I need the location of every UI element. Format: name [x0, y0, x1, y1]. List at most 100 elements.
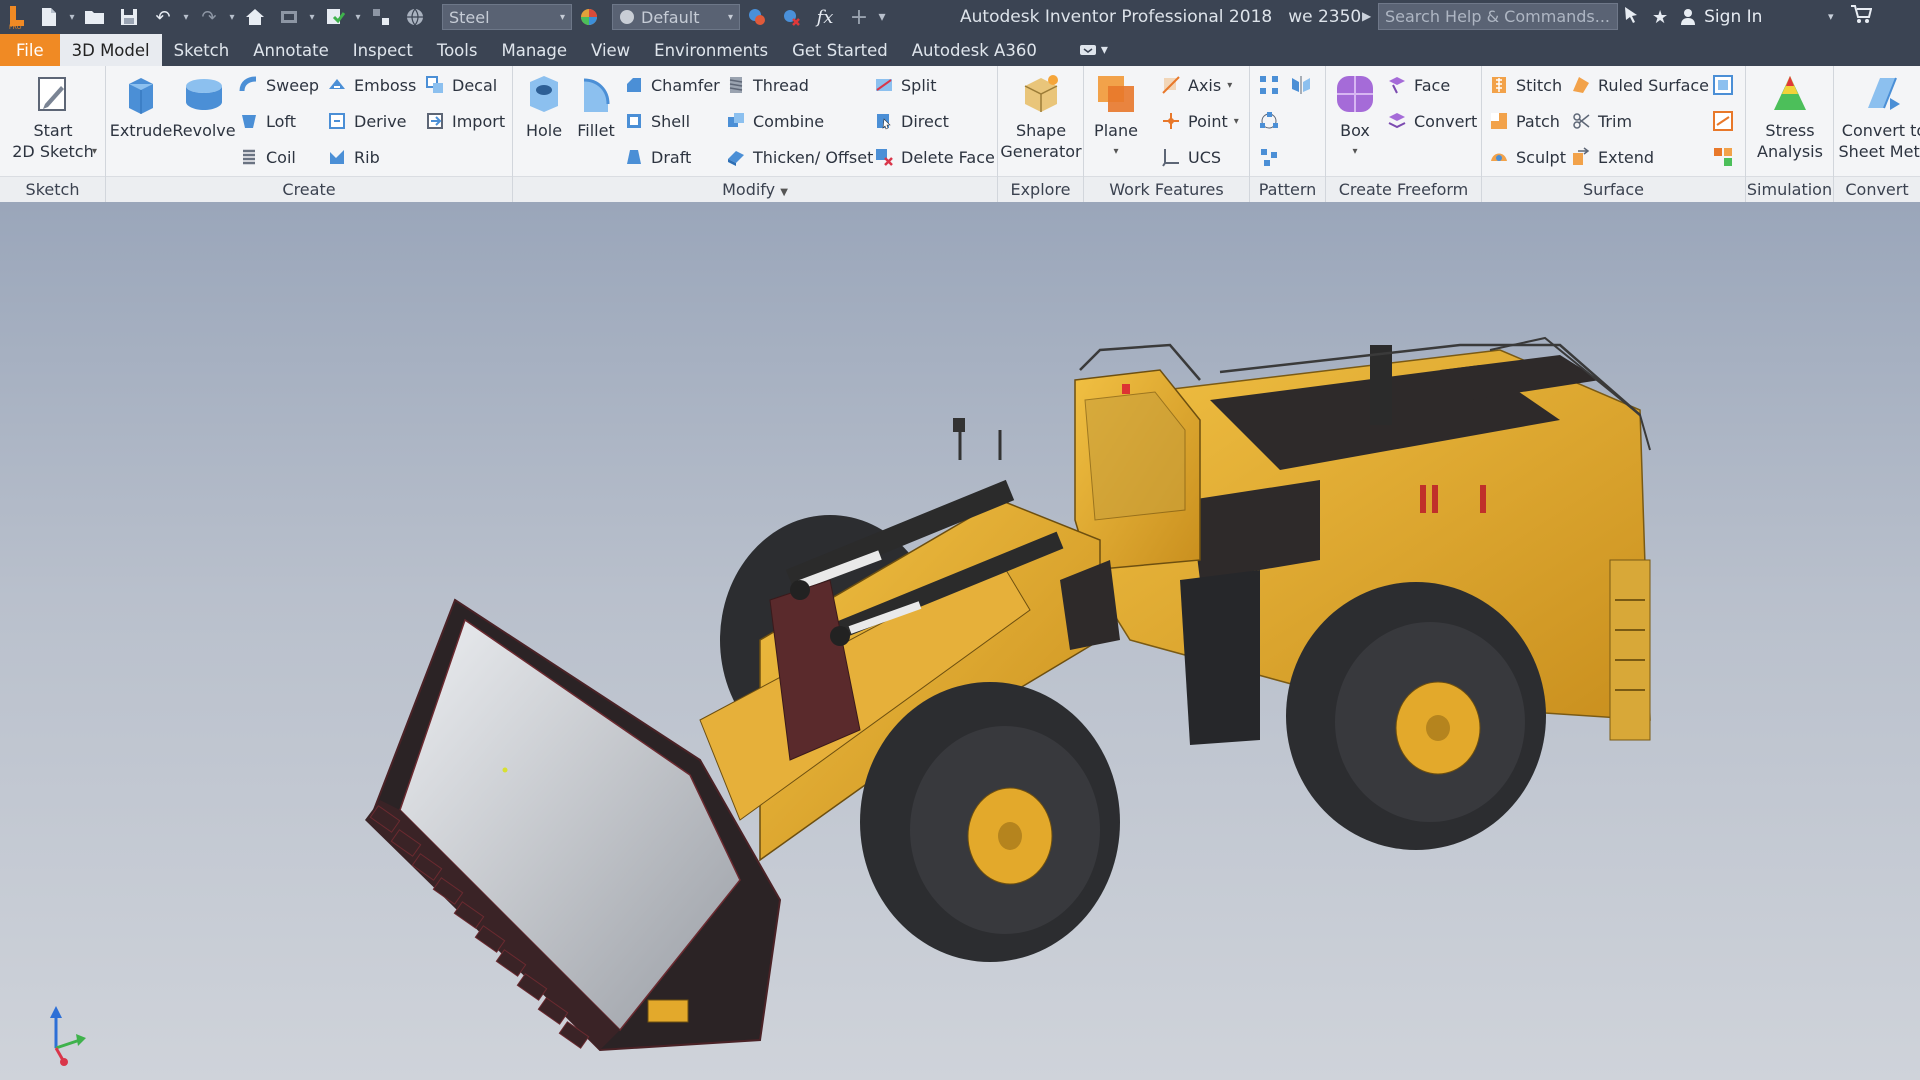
ucs-button[interactable]: UCS: [1160, 146, 1221, 168]
coil-button[interactable]: Coil: [238, 146, 296, 168]
loft-button[interactable]: Loft: [238, 110, 296, 132]
surface-tool-1-button[interactable]: [1712, 74, 1734, 96]
derive-button[interactable]: Derive: [326, 110, 407, 132]
project-dropdown-icon[interactable]: ▾: [306, 0, 318, 34]
panel-title-modify[interactable]: Modify ▼: [513, 176, 997, 202]
tab-view[interactable]: View: [579, 34, 642, 66]
redo-icon[interactable]: ↷: [192, 0, 226, 34]
surface-tool-3-button[interactable]: [1712, 146, 1734, 168]
wheel-loader-model[interactable]: [0, 202, 1920, 1080]
plane-button[interactable]: Plane ▾: [1088, 72, 1144, 162]
update-dropdown-icon[interactable]: ▾: [352, 0, 364, 34]
sign-in-button[interactable]: Sign In: [1680, 7, 1762, 27]
thread-button[interactable]: Thread: [725, 74, 809, 96]
shell-button[interactable]: Shell: [623, 110, 690, 132]
hole-button[interactable]: Hole: [519, 72, 569, 141]
circular-pattern-button[interactable]: [1258, 110, 1280, 132]
project-icon[interactable]: [272, 0, 306, 34]
panel-work-features: Plane ▾ Axis ▾ Point ▾ UCS Work Features: [1084, 66, 1250, 202]
delete-face-button[interactable]: Delete Face: [873, 146, 995, 168]
clear-appearance-icon[interactable]: [774, 0, 808, 34]
import-button[interactable]: Import: [424, 110, 505, 132]
start-sketch-icon: [31, 72, 75, 116]
start-sketch-dropdown-icon[interactable]: ▾: [92, 146, 97, 157]
undo-icon[interactable]: ↶: [146, 0, 180, 34]
tab-annotate[interactable]: Annotate: [241, 34, 341, 66]
mirror-button[interactable]: [1290, 74, 1312, 96]
redo-dropdown-icon[interactable]: ▾: [226, 0, 238, 34]
tab-autodesk-a360[interactable]: Autodesk A360: [900, 34, 1049, 66]
home-icon[interactable]: [238, 0, 272, 34]
update-icon[interactable]: [318, 0, 352, 34]
sweep-button[interactable]: Sweep: [238, 74, 319, 96]
fillet-button[interactable]: Fillet: [571, 72, 621, 141]
adjust-appearance-icon[interactable]: [740, 0, 774, 34]
tab-3d-model[interactable]: 3D Model: [59, 34, 162, 66]
tab-manage[interactable]: Manage: [489, 34, 579, 66]
undo-dropdown-icon[interactable]: ▾: [180, 0, 192, 34]
tab-file[interactable]: File: [0, 34, 60, 66]
new-file-icon[interactable]: [32, 0, 66, 34]
save-icon[interactable]: [112, 0, 146, 34]
tab-get-started[interactable]: Get Started: [780, 34, 900, 66]
thicken-offset-button[interactable]: Thicken/ Offset: [725, 146, 873, 168]
fx-parameters-icon[interactable]: fx: [808, 0, 842, 34]
shape-generator-button[interactable]: Shape Generator: [1000, 72, 1082, 162]
split-label: Split: [901, 75, 937, 95]
sketch-pattern-button[interactable]: [1258, 146, 1280, 168]
ruled-surface-button[interactable]: Ruled Surface: [1570, 74, 1709, 96]
customize-qat-icon[interactable]: ▾: [876, 0, 888, 34]
material-value: Steel: [449, 7, 490, 27]
combine-button[interactable]: Combine: [725, 110, 824, 132]
search-input[interactable]: Search Help & Commands...: [1378, 3, 1618, 30]
appearance-select[interactable]: Default ▾: [612, 4, 740, 30]
globe-icon[interactable]: [398, 0, 432, 34]
tab-tools[interactable]: Tools: [425, 34, 490, 66]
inventor-logo-icon[interactable]: PRO: [2, 0, 32, 34]
rib-button[interactable]: Rib: [326, 146, 380, 168]
tab-sketch[interactable]: Sketch: [162, 34, 242, 66]
draft-button[interactable]: Draft: [623, 146, 691, 168]
sign-in-dropdown-icon[interactable]: ▾: [1828, 10, 1834, 23]
start-2d-sketch-button[interactable]: Start 2D Sketch: [10, 72, 96, 162]
freeform-convert-button[interactable]: Convert: [1386, 110, 1477, 132]
surface-tool-2-button[interactable]: [1712, 110, 1734, 132]
sculpt-button[interactable]: Sculpt: [1488, 146, 1566, 168]
tab-inspect[interactable]: Inspect: [341, 34, 425, 66]
axis-button[interactable]: Axis ▾: [1160, 74, 1232, 96]
open-folder-icon[interactable]: [78, 0, 112, 34]
select-mode-icon[interactable]: [364, 0, 398, 34]
box-button[interactable]: Box ▾: [1330, 72, 1380, 162]
binoculars-icon[interactable]: [1622, 5, 1640, 30]
face-button[interactable]: Face: [1386, 74, 1450, 96]
split-button[interactable]: Split: [873, 74, 936, 96]
revolve-button[interactable]: Revolve: [172, 72, 236, 141]
extrude-button[interactable]: Extrude: [110, 72, 172, 141]
point-button[interactable]: Point ▾: [1160, 110, 1239, 132]
stitch-button[interactable]: Stitch: [1488, 74, 1562, 96]
graphics-viewport[interactable]: [0, 202, 1920, 1080]
trim-button[interactable]: Trim: [1570, 110, 1632, 132]
box-dropdown-icon: ▾: [1352, 146, 1358, 157]
patch-button[interactable]: Patch: [1488, 110, 1560, 132]
ribbon-display-toggle[interactable]: ▾: [1079, 34, 1108, 66]
box-label: Box: [1340, 121, 1370, 140]
chamfer-button[interactable]: Chamfer: [623, 74, 720, 96]
color-wheel-icon[interactable]: [572, 0, 606, 34]
favorites-star-icon[interactable]: ★: [1652, 7, 1668, 28]
direct-button[interactable]: Direct: [873, 110, 949, 132]
emboss-button[interactable]: Emboss: [326, 74, 416, 96]
panel-title-sketch: Sketch: [0, 176, 105, 202]
convert-to-sheet-metal-button[interactable]: Convert to Sheet Meta: [1836, 72, 1920, 162]
add-icon[interactable]: +: [842, 0, 876, 34]
extend-button[interactable]: Extend: [1570, 146, 1654, 168]
material-select[interactable]: Steel ▾: [442, 4, 572, 30]
stitch-icon: [1488, 74, 1510, 96]
decal-button[interactable]: Decal: [424, 74, 497, 96]
tab-environments[interactable]: Environments: [642, 34, 780, 66]
rectangular-pattern-button[interactable]: [1258, 74, 1280, 96]
stress-analysis-icon: [1768, 72, 1812, 116]
new-dropdown-icon[interactable]: ▾: [66, 0, 78, 34]
cart-icon[interactable]: [1850, 4, 1873, 29]
stress-analysis-button[interactable]: Stress Analysis: [1750, 72, 1830, 162]
